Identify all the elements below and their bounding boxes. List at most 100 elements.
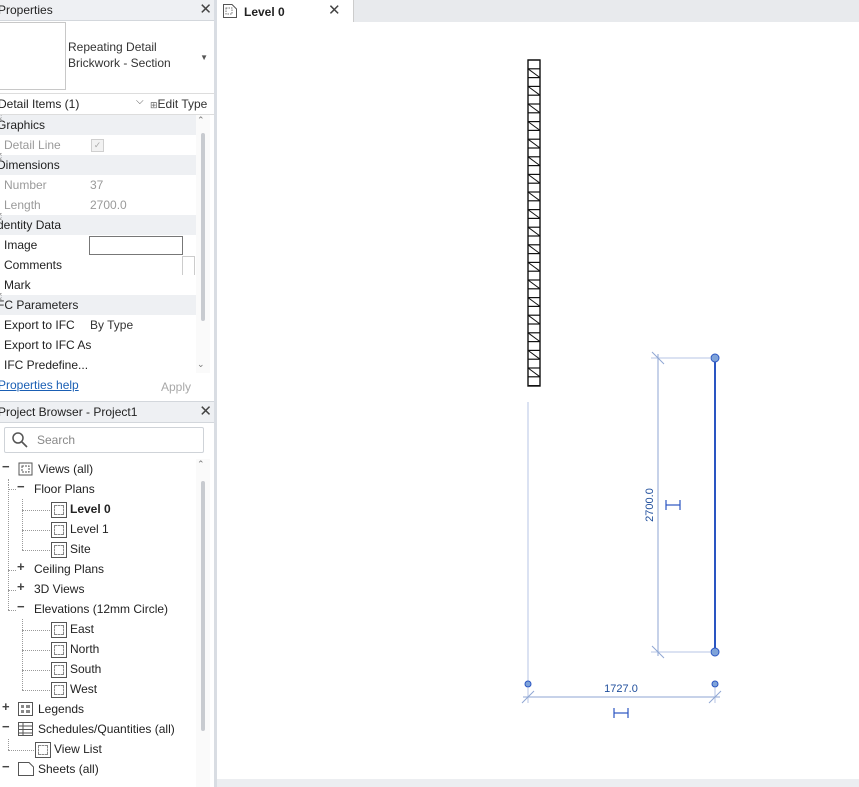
project-browser-title-bar[interactable]: Project Browser - Project1 ✕ xyxy=(0,401,214,423)
tree-schedules[interactable]: Schedules/Quantities (all) xyxy=(38,719,175,739)
properties-help-link[interactable]: Properties help xyxy=(0,378,79,392)
export-ifc-value[interactable]: By Type xyxy=(90,315,133,335)
brick-hatch-line xyxy=(527,332,541,343)
type-name-line2: Brickwork - Section xyxy=(68,56,171,70)
tree-elevations[interactable]: Elevations (12mm Circle) xyxy=(34,599,168,619)
tree-east[interactable]: East xyxy=(70,619,94,639)
dimension-grip[interactable] xyxy=(711,680,719,688)
tree-floor-plans[interactable]: Floor Plans xyxy=(34,479,95,499)
scroll-thumb[interactable] xyxy=(201,133,205,321)
tree-sheets[interactable]: Sheets (all) xyxy=(38,759,99,779)
close-browser-icon[interactable]: ✕ xyxy=(199,402,212,420)
row-comments: Comments xyxy=(0,255,196,276)
collapse-views-toggle[interactable]: − xyxy=(2,459,10,474)
type-selector[interactable]: Repeating Detail Brickwork - Section ▼ xyxy=(0,21,214,91)
brick-hatch-line xyxy=(527,279,541,290)
browser-scrollbar[interactable]: ⌃ xyxy=(196,459,210,787)
row-export-ifc-as: Export to IFC As xyxy=(0,335,196,355)
tree-views-all[interactable]: Views (all) xyxy=(38,459,93,479)
line-end-grip[interactable] xyxy=(710,647,720,657)
ifc-predefined-label: IFC Predefine... xyxy=(4,358,89,372)
comments-field[interactable] xyxy=(182,256,195,276)
group-collapse-icon[interactable]: ⁑ xyxy=(0,149,192,169)
group-ifc-parameters[interactable]: FC Parameters⁑ xyxy=(0,293,196,315)
number-value: 37 xyxy=(90,178,104,192)
group-collapse-icon[interactable]: ⁑ xyxy=(0,115,192,129)
scroll-thumb[interactable] xyxy=(201,481,205,731)
edit-type-button[interactable]: ⊞Edit Type xyxy=(150,97,207,111)
drawing-svg[interactable]: 2700.0 1727.0 xyxy=(217,0,859,787)
tree-legends[interactable]: Legends xyxy=(38,699,84,719)
scroll-up-icon[interactable]: ⌃ xyxy=(197,115,205,126)
properties-scrollbar[interactable]: ⌃ ⌄ xyxy=(196,115,210,373)
group-collapse-icon[interactable]: ⁑ xyxy=(0,289,192,309)
instance-filter[interactable]: Detail Items (1) xyxy=(0,97,79,111)
properties-title-bar[interactable]: Properties ✕ xyxy=(0,0,214,21)
brick-hatch-line xyxy=(527,297,541,307)
collapse-floor-plans-toggle[interactable]: − xyxy=(17,479,25,494)
dimension-grip[interactable] xyxy=(524,680,532,688)
scroll-down-icon[interactable]: ⌄ xyxy=(197,359,205,370)
brick-hatch-line xyxy=(527,121,541,131)
dimension-drag-icon[interactable] xyxy=(613,708,629,718)
collapse-elevations-toggle[interactable]: − xyxy=(17,599,25,614)
left-panels: Properties ✕ Repeating Detail Brickwork … xyxy=(0,0,214,787)
apply-button[interactable]: Apply xyxy=(146,377,206,397)
horizontal-dimension[interactable]: 1727.0 xyxy=(521,680,722,718)
row-export-ifc: Export to IFC By Type xyxy=(0,315,196,335)
brick-hatch-line xyxy=(527,261,541,272)
edit-type-icon: ⊞ xyxy=(150,100,158,110)
group-identity-data[interactable]: dentity Data⁑ xyxy=(0,213,196,235)
collapse-schedules-toggle[interactable]: − xyxy=(2,719,10,734)
tree-west[interactable]: West xyxy=(70,679,97,699)
scroll-up-icon[interactable]: ⌃ xyxy=(197,459,205,470)
row-image: Image xyxy=(0,235,196,255)
expand-ceiling-plans-toggle[interactable]: + xyxy=(17,559,25,574)
brick-hatch-line xyxy=(527,68,541,79)
floor-plan-icon xyxy=(51,502,67,518)
search-icon xyxy=(12,432,28,448)
search-input[interactable]: Search xyxy=(37,433,75,447)
brick-hatch-line xyxy=(527,191,541,202)
tree-3d-views[interactable]: 3D Views xyxy=(34,579,84,599)
brick-hatch-line xyxy=(527,85,541,96)
tree-north[interactable]: North xyxy=(70,639,99,659)
floor-plan-icon xyxy=(51,522,67,538)
sheet-icon xyxy=(18,762,34,776)
dimension-drag-icon[interactable] xyxy=(665,500,681,510)
expand-3d-views-toggle[interactable]: + xyxy=(17,579,25,594)
tree-site[interactable]: Site xyxy=(70,539,91,559)
group-dimensions[interactable]: Dimensions⁑ xyxy=(0,153,196,175)
dimension-value-vertical[interactable]: 2700.0 xyxy=(644,488,656,522)
brick-hatch-line xyxy=(527,367,541,378)
tree-south[interactable]: South xyxy=(70,659,101,679)
expand-legends-toggle[interactable]: + xyxy=(2,699,10,714)
tree-view-list[interactable]: View List xyxy=(54,739,102,759)
group-graphics[interactable]: Graphics⁑ xyxy=(0,115,196,135)
brick-hatch-line xyxy=(527,103,541,114)
type-name-line1: Repeating Detail xyxy=(68,40,157,54)
image-label: Image xyxy=(4,238,38,252)
tree-level-0[interactable]: Level 0 xyxy=(70,499,111,519)
tree-ceiling-plans[interactable]: Ceiling Plans xyxy=(34,559,104,579)
group-collapse-icon[interactable]: ⁑ xyxy=(0,209,192,229)
brick-hatch-line xyxy=(527,156,541,167)
chevron-down-icon[interactable]: ▼ xyxy=(200,53,208,62)
tree-level-1[interactable]: Level 1 xyxy=(70,519,109,539)
view-control-bar[interactable] xyxy=(217,779,859,787)
drawing-area[interactable]: Level 0 ✕ 2700.0 1727.0 xyxy=(217,0,859,787)
line-end-grip[interactable] xyxy=(710,353,720,363)
close-properties-icon[interactable]: ✕ xyxy=(199,0,212,18)
row-ifc-predefined: IFC Predefine... xyxy=(0,355,196,373)
filter-chevron-icon[interactable]: ⌵ xyxy=(136,96,144,107)
properties-title: Properties xyxy=(0,3,53,17)
type-thumbnail xyxy=(0,22,66,90)
repeating-detail-brickwork[interactable] xyxy=(527,59,541,387)
elevation-view-icon xyxy=(51,642,67,658)
vertical-dimension[interactable]: 2700.0 xyxy=(644,351,711,659)
dimension-value-horizontal[interactable]: 1727.0 xyxy=(604,683,638,695)
brick-hatch-line xyxy=(527,244,541,255)
collapse-sheets-toggle[interactable]: − xyxy=(2,759,10,774)
browser-search[interactable]: Search xyxy=(4,427,204,453)
image-field[interactable] xyxy=(89,236,183,255)
